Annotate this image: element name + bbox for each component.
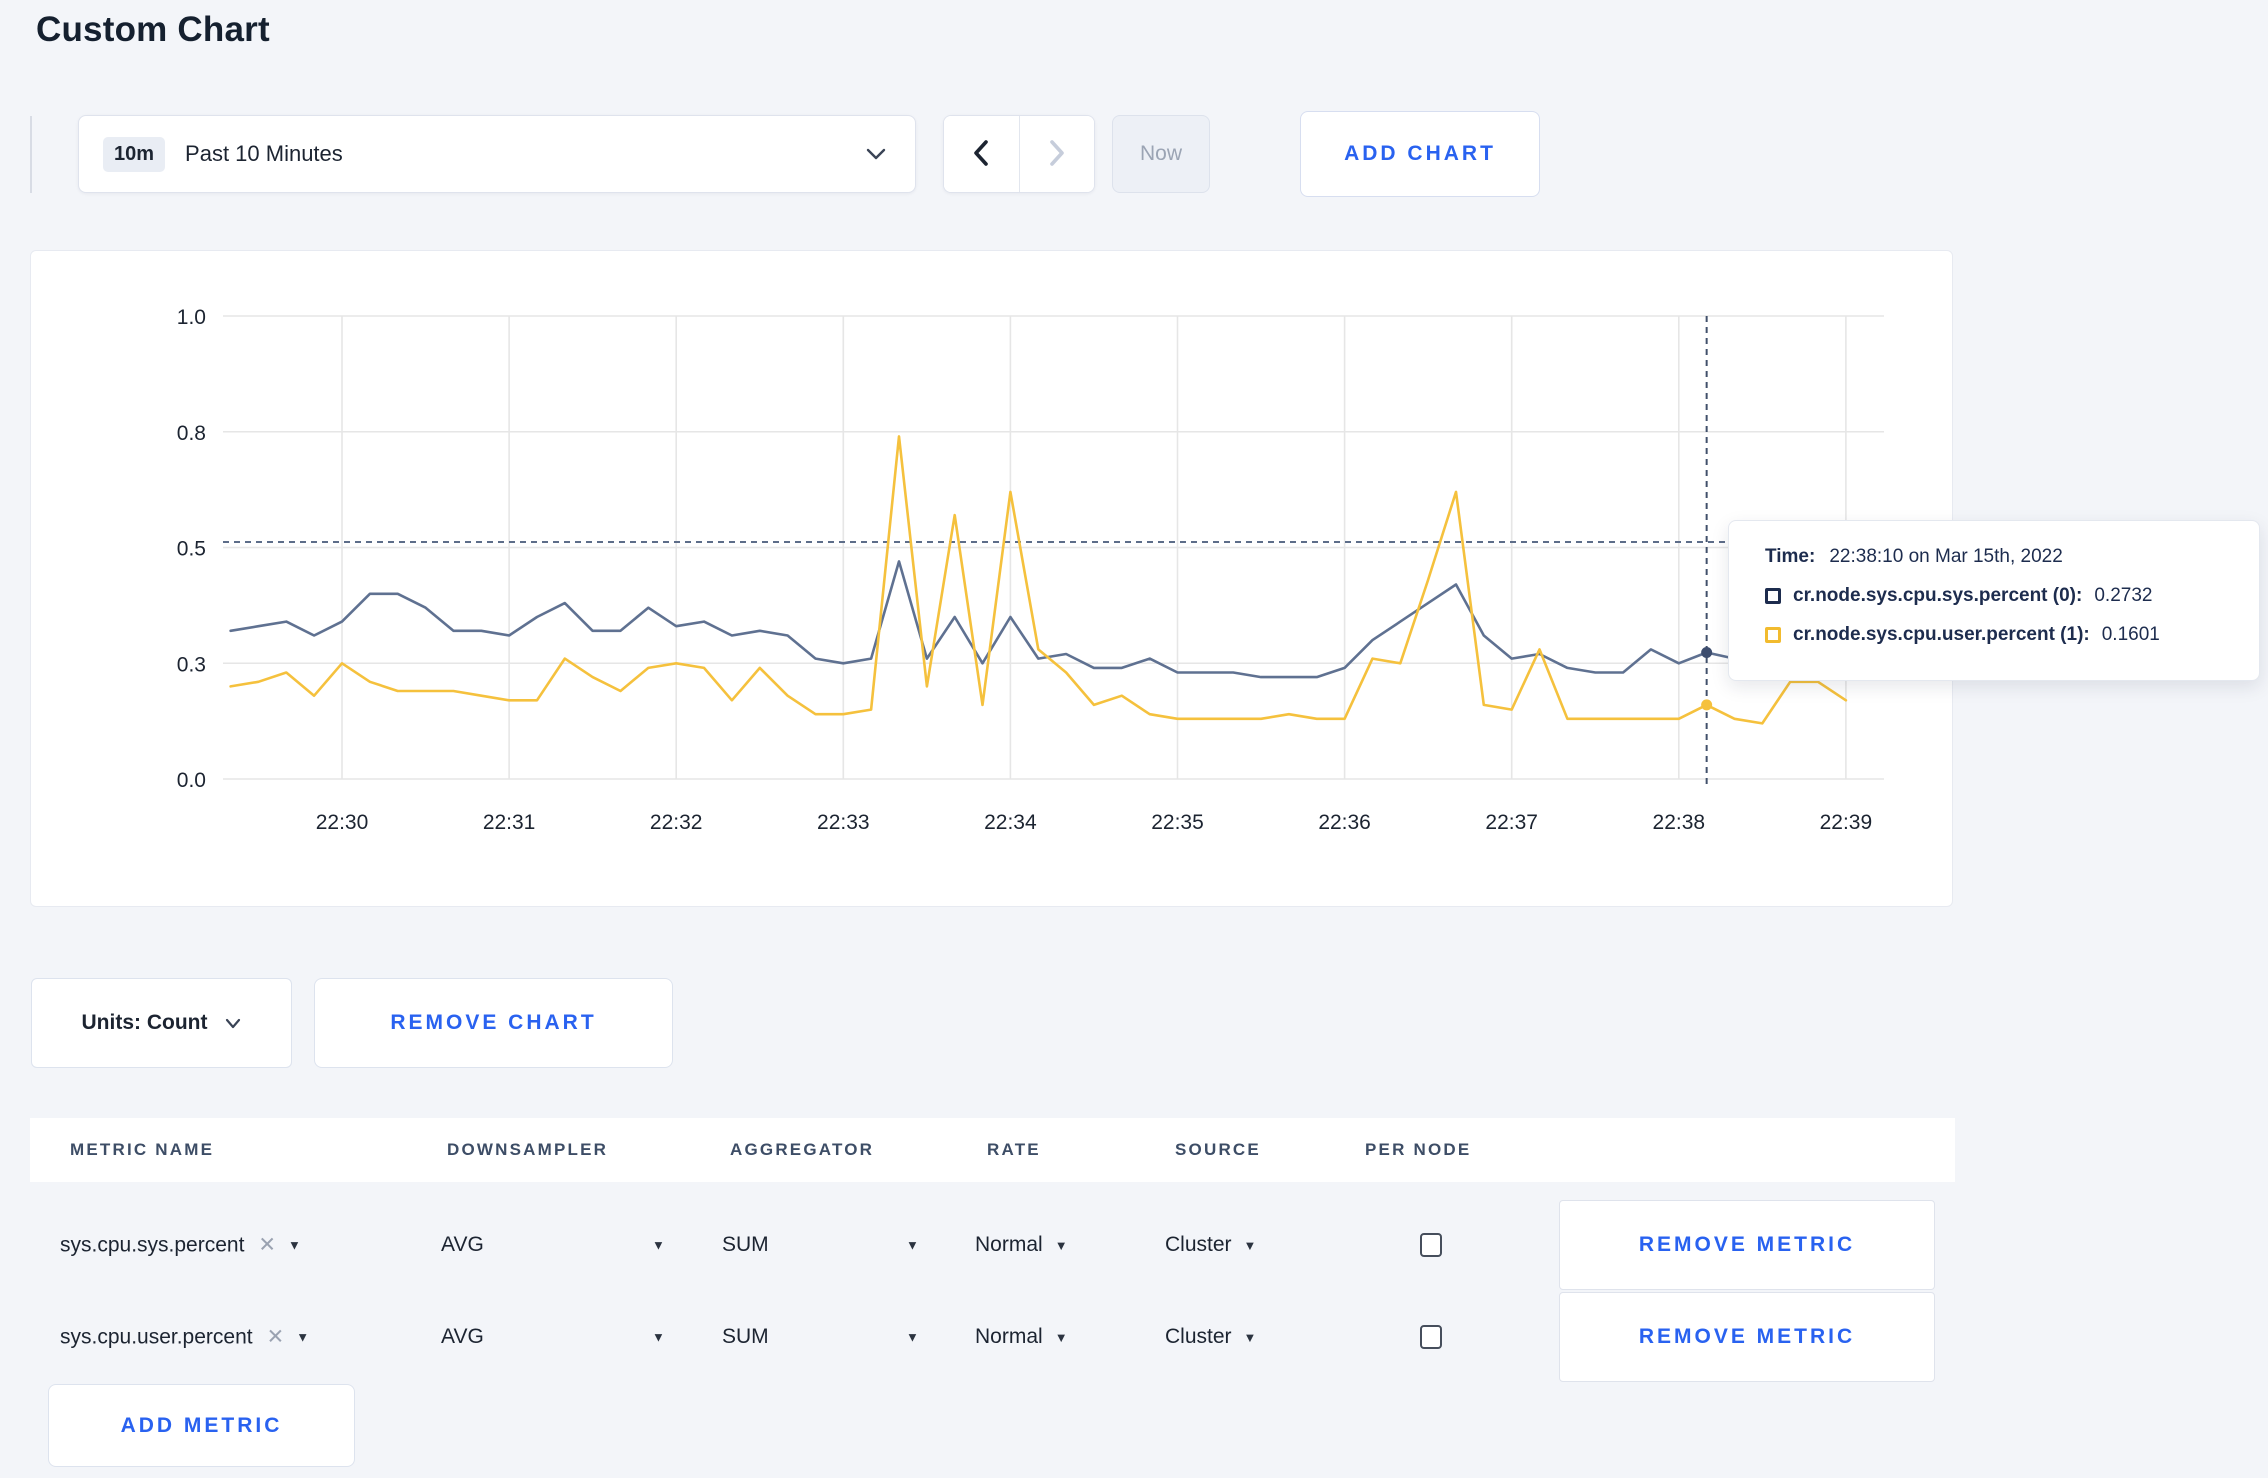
col-header-downsampler: DOWNSAMPLER — [447, 1140, 609, 1159]
source-select[interactable]: Cluster ▼ — [1165, 1325, 1256, 1349]
caret-down-icon[interactable]: ▼ — [906, 1238, 919, 1253]
timeseries-chart[interactable]: 0.0 0.3 0.5 0.8 1.0 22:30 22:31 22:32 22:33 22:34… — [31, 251, 1954, 908]
left-rule-divider — [30, 116, 32, 193]
caret-down-icon: ▼ — [1054, 1329, 1068, 1345]
remove-metric-button[interactable]: REMOVE METRIC — [1559, 1292, 1935, 1382]
now-button[interactable]: Now — [1112, 115, 1210, 193]
svg-text:22:35: 22:35 — [1151, 811, 1204, 834]
metric-row: sys.cpu.user.percent ✕ ▼ AVG ▼ SUM ▼ Nor… — [0, 1292, 2268, 1382]
col-header-source: SOURCE — [1175, 1140, 1261, 1159]
svg-text:0.5: 0.5 — [177, 538, 206, 561]
caret-down-icon: ▼ — [288, 1237, 301, 1253]
caret-down-icon[interactable]: ▼ — [906, 1330, 919, 1345]
source-select[interactable]: Cluster ▼ — [1165, 1233, 1256, 1257]
chart-tooltip: Time: 22:38:10 on Mar 15th, 2022 cr.node… — [1728, 520, 2260, 681]
svg-text:22:36: 22:36 — [1318, 811, 1371, 834]
downsampler-value: AVG — [441, 1233, 484, 1256]
clear-metric-icon[interactable]: ✕ — [267, 1325, 285, 1350]
svg-text:22:31: 22:31 — [483, 811, 536, 834]
caret-down-icon: ▼ — [1243, 1329, 1257, 1345]
source-value: Cluster — [1165, 1233, 1232, 1256]
svg-text:22:34: 22:34 — [984, 811, 1037, 834]
svg-text:0.8: 0.8 — [177, 422, 206, 445]
source-value: Cluster — [1165, 1325, 1232, 1348]
svg-text:22:38: 22:38 — [1653, 811, 1706, 834]
svg-text:0.0: 0.0 — [177, 769, 206, 792]
time-nav-group — [943, 115, 1095, 193]
units-dropdown[interactable]: Units: Count — [31, 978, 292, 1068]
rate-select[interactable]: Normal ▼ — [975, 1325, 1068, 1349]
page-title: Custom Chart — [36, 10, 270, 49]
next-time-button[interactable] — [1018, 116, 1094, 192]
sys-series-swatch-icon — [1765, 588, 1781, 604]
svg-text:1.0: 1.0 — [177, 306, 206, 329]
add-chart-button[interactable]: ADD CHART — [1300, 111, 1540, 197]
metric-name-value: sys.cpu.sys.percent — [60, 1233, 245, 1256]
rate-value: Normal — [975, 1233, 1043, 1256]
chart-card: 0.0 0.3 0.5 0.8 1.0 22:30 22:31 22:32 22:33 22:34… — [30, 250, 1953, 907]
user-series-swatch-icon — [1765, 627, 1781, 643]
tooltip-series-name: cr.node.sys.cpu.sys.percent (0): — [1793, 585, 2083, 606]
downsampler-value: AVG — [441, 1325, 484, 1348]
svg-text:22:32: 22:32 — [650, 811, 703, 834]
custom-chart-page: Custom Chart 10m Past 10 Minutes Now ADD… — [0, 0, 2268, 1478]
clear-metric-icon[interactable]: ✕ — [258, 1233, 276, 1258]
tooltip-series-name: cr.node.sys.cpu.user.percent (1): — [1793, 624, 2090, 645]
time-range-badge: 10m — [103, 136, 166, 172]
per-node-checkbox[interactable] — [1420, 1233, 1442, 1257]
tooltip-series-value: 0.1601 — [2101, 624, 2160, 645]
tooltip-time-value: 22:38:10 on Mar 15th, 2022 — [1829, 546, 2063, 567]
aggregator-select[interactable]: SUM — [722, 1233, 769, 1257]
tooltip-time-label: Time: — [1765, 546, 1816, 567]
aggregator-value: SUM — [722, 1325, 769, 1348]
caret-down-icon[interactable]: ▼ — [652, 1238, 665, 1253]
col-header-per-node: PER NODE — [1365, 1140, 1472, 1159]
chevron-down-icon — [226, 1018, 241, 1028]
downsampler-select[interactable]: AVG — [441, 1233, 484, 1257]
time-range-label: Past 10 Minutes — [185, 141, 343, 166]
chevron-right-icon — [1048, 139, 1066, 170]
per-node-checkbox[interactable] — [1420, 1325, 1442, 1349]
aggregator-select[interactable]: SUM — [722, 1325, 769, 1349]
metric-name-value: sys.cpu.user.percent — [60, 1325, 253, 1348]
chevron-down-icon — [865, 147, 887, 161]
add-metric-button[interactable]: ADD METRIC — [48, 1384, 355, 1467]
col-header-rate: RATE — [987, 1140, 1041, 1159]
remove-chart-button[interactable]: REMOVE CHART — [314, 978, 673, 1068]
rate-select[interactable]: Normal ▼ — [975, 1233, 1068, 1257]
metrics-table-header: METRIC NAME DOWNSAMPLER AGGREGATOR RATE … — [30, 1118, 1955, 1182]
metric-name-select[interactable]: sys.cpu.user.percent ✕ ▼ — [60, 1325, 309, 1350]
svg-text:22:39: 22:39 — [1820, 811, 1873, 834]
chevron-left-icon — [972, 139, 990, 170]
tooltip-series-value: 0.2732 — [2094, 585, 2153, 606]
caret-down-icon: ▼ — [1054, 1237, 1068, 1253]
svg-text:0.3: 0.3 — [177, 653, 206, 676]
col-header-metric-name: METRIC NAME — [70, 1140, 215, 1159]
time-range-selector[interactable]: 10m Past 10 Minutes — [78, 115, 916, 193]
downsampler-select[interactable]: AVG — [441, 1325, 484, 1349]
caret-down-icon: ▼ — [296, 1329, 310, 1345]
caret-down-icon[interactable]: ▼ — [652, 1330, 665, 1345]
prev-time-button[interactable] — [944, 116, 1019, 192]
svg-text:22:33: 22:33 — [817, 811, 870, 834]
remove-metric-button[interactable]: REMOVE METRIC — [1559, 1200, 1935, 1290]
svg-text:22:30: 22:30 — [316, 811, 369, 834]
metric-row: sys.cpu.sys.percent ✕ ▼ AVG ▼ SUM ▼ Norm… — [0, 1200, 2268, 1290]
aggregator-value: SUM — [722, 1233, 769, 1256]
caret-down-icon: ▼ — [1243, 1237, 1257, 1253]
svg-text:22:37: 22:37 — [1485, 811, 1538, 834]
col-header-aggregator: AGGREGATOR — [730, 1140, 875, 1159]
rate-value: Normal — [975, 1325, 1043, 1348]
units-label: Units: Count — [81, 1011, 208, 1034]
metric-name-select[interactable]: sys.cpu.sys.percent ✕ ▼ — [60, 1233, 301, 1258]
